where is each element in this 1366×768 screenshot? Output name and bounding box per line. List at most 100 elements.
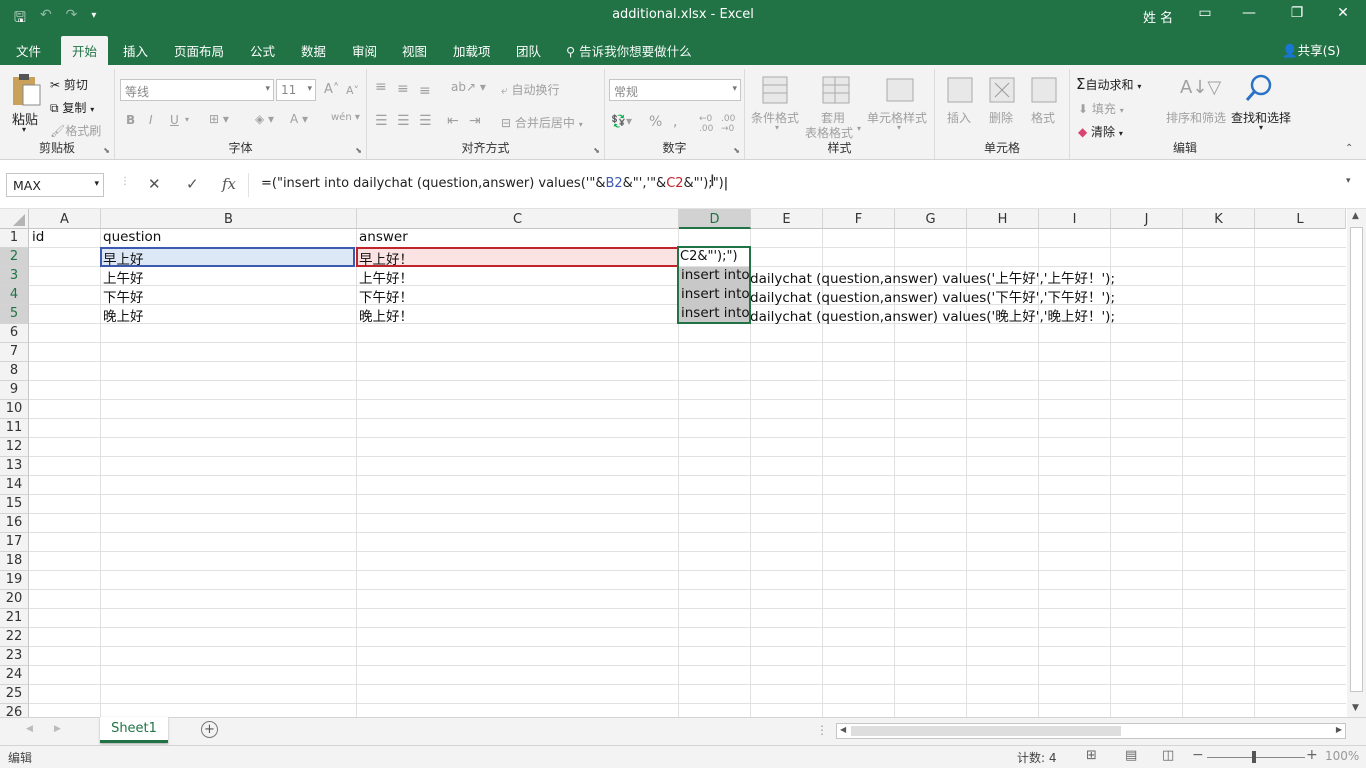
cell-c2[interactable]: 早上好！ xyxy=(356,247,416,268)
row-header[interactable]: 5 xyxy=(0,305,29,324)
name-box[interactable]: MAX ▾ xyxy=(6,173,104,197)
row-header[interactable]: 24 xyxy=(0,666,29,685)
row-header[interactable]: 18 xyxy=(0,552,29,571)
column-header[interactable]: G xyxy=(895,209,967,229)
zoom-out-icon[interactable]: − xyxy=(1192,747,1204,763)
row-header[interactable]: 11 xyxy=(0,419,29,438)
ribbon-display-icon[interactable]: ▭ xyxy=(1190,5,1220,21)
dialog-launcher-icon[interactable]: ⬊ xyxy=(103,146,110,155)
row-header[interactable]: 19 xyxy=(0,571,29,590)
share-button[interactable]: 👤共享(S) xyxy=(1282,40,1340,59)
scroll-thumb[interactable] xyxy=(851,726,1121,736)
decrease-indent-icon[interactable]: ⇤ xyxy=(447,113,459,129)
tab-page-layout[interactable]: 页面布局 xyxy=(174,41,224,60)
cell-d3[interactable]: insert into xyxy=(678,266,753,285)
column-header[interactable]: D xyxy=(679,209,751,229)
cell-d5[interactable]: insert into xyxy=(678,304,753,323)
row-header[interactable]: 23 xyxy=(0,647,29,666)
format-painter-button[interactable]: 🖌格式刷 xyxy=(50,122,101,139)
copy-button[interactable]: ⧉ 复制 ▾ xyxy=(50,99,94,116)
cell-d2-editing[interactable]: C2&"');") xyxy=(677,248,741,267)
row-header[interactable]: 4 xyxy=(0,286,29,305)
zoom-slider-thumb[interactable] xyxy=(1252,751,1256,763)
tab-data[interactable]: 数据 xyxy=(301,41,326,60)
worksheet-grid[interactable]: A B C D E F G H I J K L 1 2 3 4 5 6 7 8 … xyxy=(0,209,1346,717)
merge-center-button[interactable]: ⊟ 合并后居中 ▾ xyxy=(501,114,583,131)
user-name[interactable]: 姓 名 xyxy=(1143,7,1173,26)
paste-button[interactable]: 粘贴 ▾ xyxy=(8,73,44,135)
normal-view-icon[interactable]: ⊞ xyxy=(1086,748,1097,763)
border-icon[interactable]: ⊞ ▾ xyxy=(209,112,229,126)
row-header[interactable]: 25 xyxy=(0,685,29,704)
column-header[interactable]: E xyxy=(751,209,823,229)
select-all-button[interactable] xyxy=(0,209,29,229)
vertical-scrollbar[interactable]: ▲ ▼ xyxy=(1347,209,1366,717)
row-header[interactable]: 8 xyxy=(0,362,29,381)
tab-insert[interactable]: 插入 xyxy=(123,41,148,60)
cell-b2[interactable]: 早上好 xyxy=(100,247,147,268)
column-header[interactable]: B xyxy=(101,209,357,229)
dialog-launcher-icon[interactable]: ⬊ xyxy=(733,146,740,155)
tab-addins[interactable]: 加载项 xyxy=(453,41,491,60)
row-header[interactable]: 20 xyxy=(0,590,29,609)
cell-c3[interactable]: 上午好！ xyxy=(356,266,416,287)
row-header[interactable]: 15 xyxy=(0,495,29,514)
tab-view[interactable]: 视图 xyxy=(402,41,427,60)
column-header[interactable]: C xyxy=(357,209,679,229)
autosum-button[interactable]: Σ自动求和 ▾ xyxy=(1076,75,1141,93)
row-header[interactable]: 22 xyxy=(0,628,29,647)
row-header[interactable]: 16 xyxy=(0,514,29,533)
comma-icon[interactable]: , xyxy=(673,114,677,130)
row-header[interactable]: 21 xyxy=(0,609,29,628)
row-header[interactable]: 10 xyxy=(0,400,29,419)
zoom-slider[interactable] xyxy=(1207,757,1305,758)
align-bottom-icon[interactable]: ≡ xyxy=(419,83,431,99)
page-break-icon[interactable]: ◫ xyxy=(1162,748,1174,763)
currency-icon[interactable]: 💱▾ xyxy=(611,114,632,128)
row-header[interactable]: 26 xyxy=(0,704,29,717)
dialog-launcher-icon[interactable]: ⬊ xyxy=(355,146,362,155)
scroll-right-icon[interactable]: ▶ xyxy=(1336,725,1342,734)
row-header[interactable]: 7 xyxy=(0,343,29,362)
tab-home[interactable]: 开始 xyxy=(61,36,109,65)
close-button[interactable]: ✕ xyxy=(1328,5,1358,21)
expand-formula-icon[interactable]: ▾ xyxy=(1346,176,1351,186)
align-left-icon[interactable]: ☰ xyxy=(375,113,388,129)
cell-d4[interactable]: insert into xyxy=(678,285,753,304)
splitter-icon[interactable]: ⋮ xyxy=(816,723,828,737)
percent-icon[interactable]: % xyxy=(649,114,662,130)
scroll-down-icon[interactable]: ▼ xyxy=(1352,703,1359,713)
row-header[interactable]: 2 xyxy=(0,248,29,267)
orientation-icon[interactable]: ab↗ ▾ xyxy=(451,80,486,94)
page-layout-icon[interactable]: ▤ xyxy=(1125,748,1137,763)
cell-c5[interactable]: 晚上好！ xyxy=(356,304,416,325)
row-header[interactable]: 17 xyxy=(0,533,29,552)
row-header[interactable]: 14 xyxy=(0,476,29,495)
row-header[interactable]: 12 xyxy=(0,438,29,457)
next-sheet-icon[interactable]: ▶ xyxy=(54,724,61,734)
add-sheet-icon[interactable]: + xyxy=(201,721,218,738)
align-top-icon[interactable]: ≡ xyxy=(375,79,387,95)
prev-sheet-icon[interactable]: ◀ xyxy=(26,724,33,734)
horizontal-scrollbar[interactable]: ◀ ▶ xyxy=(836,723,1346,739)
clear-button[interactable]: ◆ 清除 ▾ xyxy=(1078,123,1123,140)
column-header[interactable]: F xyxy=(823,209,895,229)
scroll-left-icon[interactable]: ◀ xyxy=(840,725,846,734)
chevron-down-icon[interactable]: ▾ xyxy=(185,115,189,124)
italic-button[interactable]: I xyxy=(149,113,153,127)
sheet-tab-sheet1[interactable]: Sheet1 xyxy=(100,717,168,743)
fill-button[interactable]: ⬇ 填充 ▾ xyxy=(1078,100,1124,117)
collapse-ribbon-icon[interactable]: ⌃ xyxy=(1345,143,1353,154)
count-indicator[interactable]: 计数: 4 xyxy=(1017,749,1057,766)
tab-team[interactable]: 团队 xyxy=(516,41,541,60)
align-center-icon[interactable]: ☰ xyxy=(397,113,410,129)
scroll-up-icon[interactable]: ▲ xyxy=(1352,211,1359,221)
column-header[interactable]: A xyxy=(29,209,101,229)
font-color-icon[interactable]: A ▾ xyxy=(290,112,308,126)
decrease-decimal-icon[interactable]: .00 →0 xyxy=(721,114,735,134)
cell-c4[interactable]: 下午好！ xyxy=(356,285,416,306)
cell-c1[interactable]: answer xyxy=(356,228,411,247)
column-header[interactable]: J xyxy=(1111,209,1183,229)
column-header[interactable]: I xyxy=(1039,209,1111,229)
cell-b4[interactable]: 下午好 xyxy=(100,285,147,306)
